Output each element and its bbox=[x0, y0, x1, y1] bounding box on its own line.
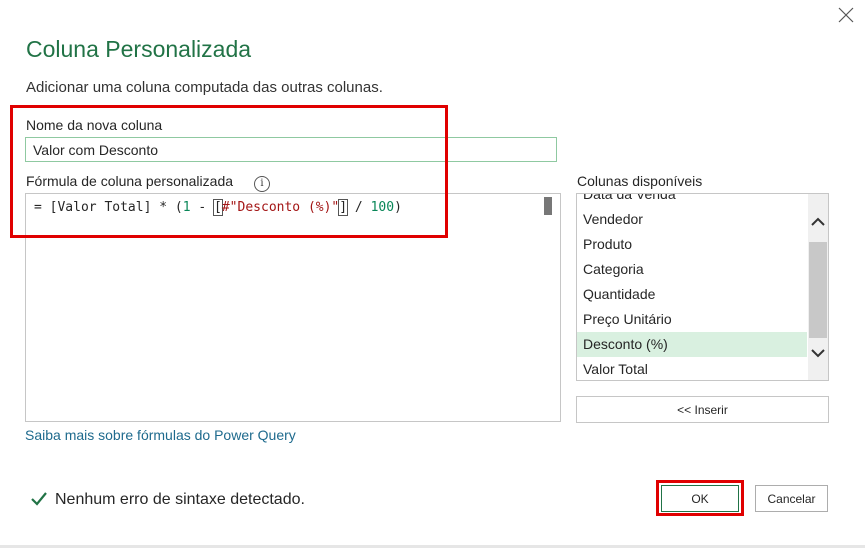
insert-button[interactable]: << Inserir bbox=[576, 396, 829, 423]
cancel-button[interactable]: Cancelar bbox=[755, 485, 828, 512]
learn-more-link[interactable]: Saiba mais sobre fórmulas do Power Query bbox=[25, 427, 296, 443]
formula-scrollbar-thumb[interactable] bbox=[544, 197, 552, 215]
list-item[interactable]: Vendedor bbox=[577, 207, 807, 232]
list-item[interactable]: Valor Total bbox=[577, 357, 807, 380]
status-text: Nenhum erro de sintaxe detectado. bbox=[55, 491, 305, 508]
list-item[interactable]: Data da Venda bbox=[577, 194, 807, 207]
list-item[interactable]: Categoria bbox=[577, 257, 807, 282]
list-scrollbar-thumb[interactable] bbox=[809, 242, 827, 338]
dialog-subtitle: Adicionar uma coluna computada das outra… bbox=[26, 79, 383, 96]
dialog-title: Coluna Personalizada bbox=[26, 36, 252, 62]
list-item[interactable]: Produto bbox=[577, 232, 807, 257]
available-columns-list[interactable]: Data da Venda Vendedor Produto Categoria… bbox=[576, 193, 829, 381]
chevron-down-icon[interactable] bbox=[811, 347, 825, 361]
list-item[interactable]: Preço Unitário bbox=[577, 307, 807, 332]
close-icon[interactable] bbox=[836, 5, 856, 25]
list-scrollbar[interactable] bbox=[808, 194, 828, 380]
annotation-highlight-box bbox=[10, 105, 448, 238]
list-item[interactable]: Quantidade bbox=[577, 282, 807, 307]
list-item-selected[interactable]: Desconto (%) bbox=[577, 332, 807, 357]
checkmark-icon bbox=[30, 490, 48, 508]
available-columns-label: Colunas disponíveis bbox=[577, 173, 703, 189]
annotation-highlight-box bbox=[656, 480, 744, 516]
chevron-up-icon[interactable] bbox=[811, 216, 825, 230]
